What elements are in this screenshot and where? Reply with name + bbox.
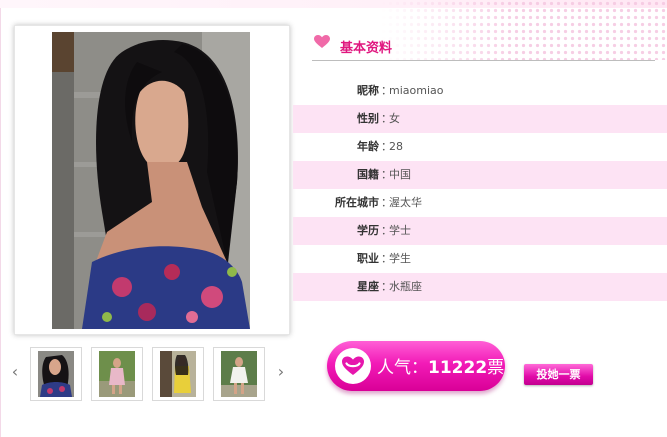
info-value: 渥太华 bbox=[389, 196, 422, 209]
info-row-education: 学历 ： 学士 bbox=[293, 217, 667, 245]
popularity-count: 11222 bbox=[428, 358, 488, 378]
info-label: 国籍 bbox=[357, 168, 379, 181]
thumbnail-image bbox=[221, 351, 257, 397]
info-label: 性别 bbox=[357, 112, 379, 125]
info-label: 所在城市 bbox=[335, 196, 379, 209]
thumbnail[interactable] bbox=[91, 347, 143, 401]
info-row-city: 所在城市 ： 渥太华 bbox=[293, 189, 667, 217]
info-row-age: 年龄 ： 28 bbox=[293, 133, 667, 161]
popularity-badge[interactable]: 人气：11222票 bbox=[327, 341, 505, 391]
popularity-icon-circle bbox=[335, 348, 371, 384]
info-value: 28 bbox=[389, 140, 403, 153]
heart-icon bbox=[342, 356, 364, 375]
info-label: 年龄 bbox=[357, 140, 379, 153]
chevron-left-icon[interactable]: ‹ bbox=[10, 363, 20, 381]
info-row-gender: 性别 ： 女 bbox=[293, 105, 667, 133]
chevron-right-icon[interactable]: › bbox=[276, 363, 286, 381]
info-label: 昵称 bbox=[357, 84, 379, 97]
info-row-nationality: 国籍 ： 中国 bbox=[293, 161, 667, 189]
info-label: 学历 bbox=[357, 224, 379, 237]
page-border bbox=[0, 0, 1, 437]
info-row-nickname: 昵称 ： miaomiao bbox=[293, 77, 667, 105]
popularity-unit: 票 bbox=[487, 358, 505, 378]
popularity-label: 人气： bbox=[377, 358, 428, 378]
profile-info-list: 昵称 ： miaomiao 性别 ： 女 年龄 ： 28 国籍 ： 中国 所在城… bbox=[293, 77, 667, 301]
section-header: 基本资料 bbox=[312, 32, 655, 61]
main-photo-frame bbox=[14, 25, 290, 335]
info-value: 水瓶座 bbox=[389, 280, 422, 293]
popularity-text: 人气：11222票 bbox=[377, 353, 504, 378]
thumbnail[interactable] bbox=[213, 347, 265, 401]
info-value: 女 bbox=[389, 112, 400, 125]
thumbnail-image bbox=[38, 351, 74, 397]
info-value: 学士 bbox=[389, 224, 411, 237]
section-title: 基本资料 bbox=[340, 41, 393, 56]
info-label: 职业 bbox=[357, 252, 379, 265]
thumbnail-image bbox=[99, 351, 135, 397]
thumbnail[interactable] bbox=[152, 347, 204, 401]
info-row-occupation: 职业 ： 学生 bbox=[293, 245, 667, 273]
main-photo[interactable] bbox=[52, 32, 250, 329]
thumbnail-strip: ‹ › bbox=[10, 345, 290, 405]
info-value: 学生 bbox=[389, 252, 411, 265]
info-value: miaomiao bbox=[389, 84, 444, 97]
thumbnail-image bbox=[160, 351, 196, 397]
info-row-zodiac: 星座 ： 水瓶座 bbox=[293, 273, 667, 301]
info-label: 星座 bbox=[357, 280, 379, 293]
thumbnail[interactable] bbox=[30, 347, 82, 401]
portrait-image bbox=[52, 32, 250, 329]
info-value: 中国 bbox=[389, 168, 411, 181]
heart-icon bbox=[314, 35, 330, 48]
vote-button[interactable]: 投她一票 bbox=[524, 364, 593, 385]
